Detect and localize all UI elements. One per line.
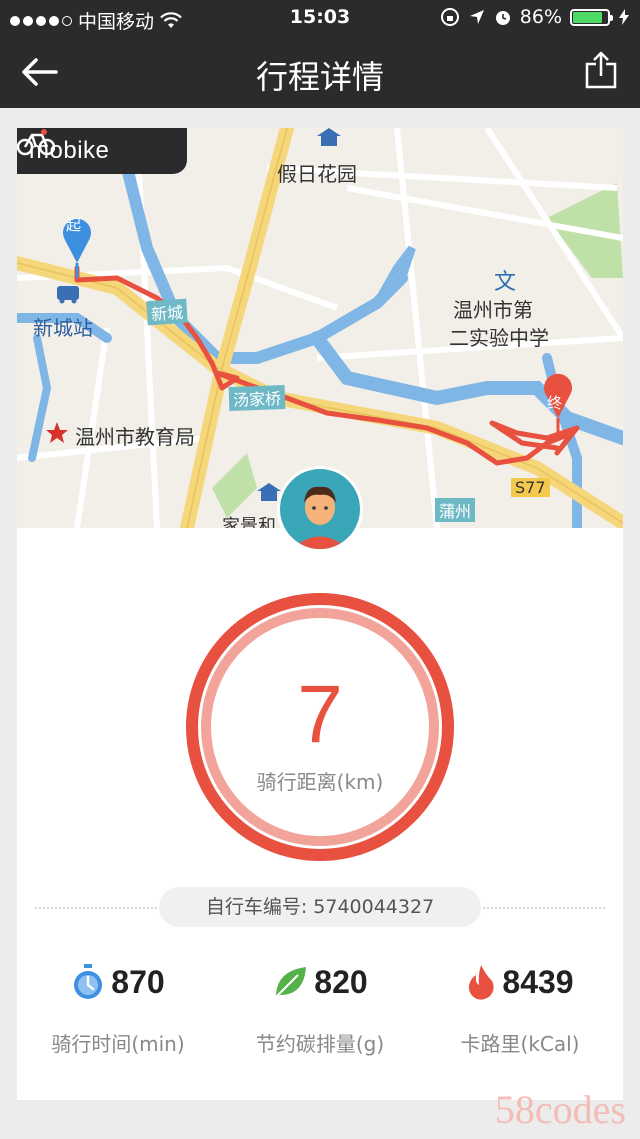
map-label-jiari: 假日花园 [277, 162, 357, 186]
ride-time-label: 骑行时间(min) [51, 1032, 185, 1056]
map-label-school-line2: 二实验中学 [449, 326, 549, 350]
calories-label: 卡路里(kCal) [460, 1032, 580, 1056]
charging-bolt-icon [619, 9, 629, 25]
avatar-icon [292, 486, 348, 549]
map-label-xinchengzhan: 新城站 [33, 316, 93, 340]
share-icon[interactable] [584, 50, 618, 90]
carbon-saved-value: 820 [314, 963, 368, 1000]
bike-number-badge: 自行车编号: 5740044327 [159, 887, 481, 927]
leaf-icon [275, 967, 307, 998]
mobike-logo: mobike [17, 128, 187, 174]
calories-value: 8439 [502, 963, 574, 1000]
carbon-saved-label: 节约碳排量(g) [255, 1032, 385, 1056]
map-label-jiashi: 家景和 [222, 516, 276, 528]
ride-time-value: 870 [111, 963, 165, 1000]
stopwatch-icon [74, 964, 103, 999]
battery-icon [570, 8, 613, 26]
rotation-lock-icon [440, 8, 459, 26]
road-tag-puzhou: 蒲州 [435, 498, 476, 522]
stat-ride-time: 870 骑行时间(min) [28, 960, 208, 1057]
road-tag-xincheng: 新城 [146, 298, 188, 326]
road-tag-tangjiaqiao: 汤家桥 [228, 385, 286, 411]
watermark: 58codes [494, 1087, 626, 1132]
stat-carbon-saved: 820 节约碳排量(g) [230, 960, 410, 1057]
flame-icon [469, 965, 495, 1000]
location-arrow-icon [469, 10, 484, 24]
user-avatar[interactable] [277, 466, 363, 552]
battery-percent: 86% [519, 6, 562, 28]
map-label-edu-bureau: 温州市教育局 [75, 425, 195, 449]
end-marker-label: 终 [547, 394, 563, 412]
house-icon [317, 128, 341, 146]
page-title: 行程详情 [255, 58, 384, 96]
status-bar: 中国移动 15:03 86% [0, 0, 640, 36]
distance-label: 骑行距离(km) [256, 770, 384, 794]
map-label-wen: 文 [494, 270, 517, 295]
bicycle-icon [17, 129, 55, 156]
distance-value: 7 [297, 669, 343, 760]
start-marker-label: 起 [66, 216, 82, 234]
stat-calories: 8439 卡路里(kCal) [430, 960, 610, 1057]
map-label-school-line1: 温州市第 [453, 298, 533, 322]
alarm-icon [495, 11, 510, 25]
road-tag-s77: S77 [511, 478, 550, 497]
nav-bar: 行程详情 [0, 36, 640, 108]
